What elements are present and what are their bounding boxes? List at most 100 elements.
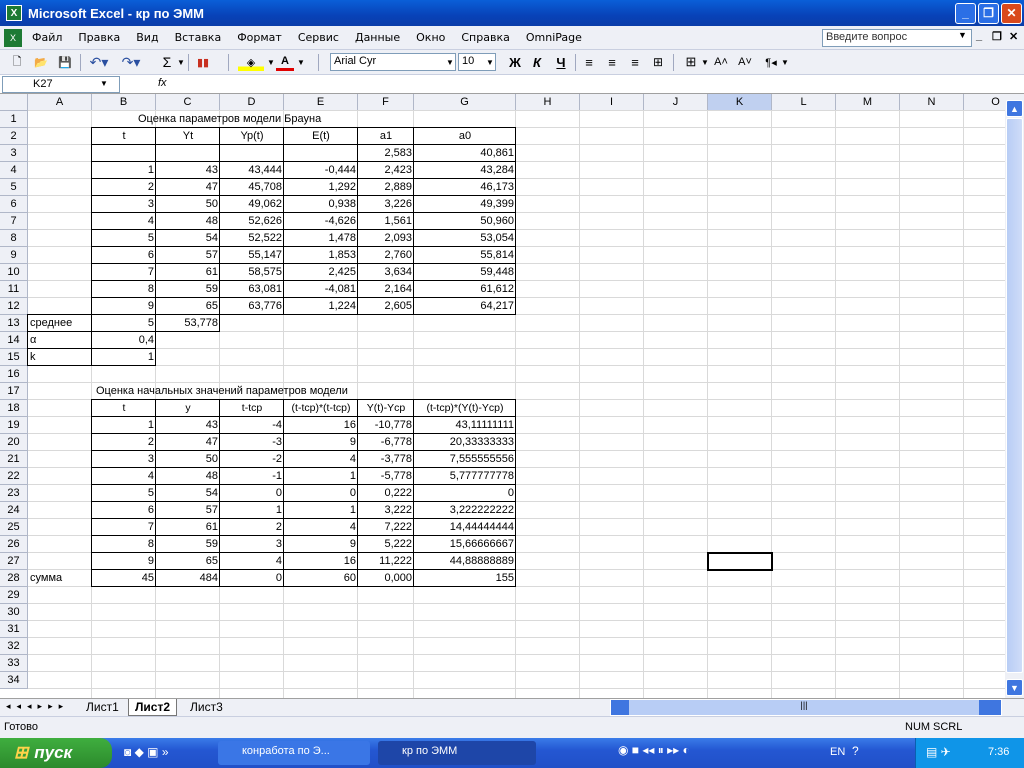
name-box-dropdown-icon[interactable]: ▼ <box>100 79 108 88</box>
column-header-g[interactable]: G <box>414 94 516 111</box>
column-header-i[interactable]: I <box>580 94 644 111</box>
tab-sheet3[interactable]: Лист3 <box>184 699 229 716</box>
italic-button[interactable]: К <box>528 53 546 71</box>
minimize-button[interactable]: _ <box>955 2 976 24</box>
language-indicator[interactable]: EN <box>830 746 845 758</box>
row-header-16[interactable]: 16 <box>0 366 28 383</box>
row-header-1[interactable]: 1 <box>0 111 28 128</box>
tab-sheet2[interactable]: Лист2 <box>128 699 178 716</box>
column-header-n[interactable]: N <box>900 94 964 111</box>
tab-scroll-icons[interactable]: ◂◂◂▸▸▸ <box>6 701 69 712</box>
row-header-3[interactable]: 3 <box>0 145 28 162</box>
column-header-j[interactable]: J <box>644 94 708 111</box>
select-all-corner[interactable] <box>0 94 28 111</box>
align-left-icon[interactable]: ≡ <box>580 53 598 71</box>
workbook-close-button[interactable]: ✕ <box>1009 30 1018 43</box>
column-header-c[interactable]: C <box>156 94 220 111</box>
redo-icon[interactable]: ↷▾ <box>118 53 144 71</box>
row-header-18[interactable]: 18 <box>0 400 28 417</box>
row-header-26[interactable]: 26 <box>0 536 28 553</box>
vertical-scroll-thumb[interactable] <box>1006 118 1023 673</box>
text-direction-icon[interactable]: ¶◂ <box>760 53 782 71</box>
row-header-22[interactable]: 22 <box>0 468 28 485</box>
text-direction-dropdown-icon[interactable]: ▼ <box>780 53 790 71</box>
row-header-25[interactable]: 25 <box>0 519 28 536</box>
label-sum[interactable]: сумма <box>28 570 92 587</box>
workbook-icon[interactable]: X <box>4 28 22 47</box>
function-icon[interactable]: fx <box>158 77 167 89</box>
workbook-restore-button[interactable]: ❐ <box>992 30 1002 43</box>
table2-title[interactable]: Оценка начальных значений параметров мод… <box>94 383 414 400</box>
menu-help[interactable]: Справка <box>453 31 517 44</box>
row-header-6[interactable]: 6 <box>0 196 28 213</box>
ask-dropdown-icon[interactable]: ▼ <box>958 30 967 40</box>
row-header-19[interactable]: 19 <box>0 417 28 434</box>
horizontal-scroll-thumb[interactable]: ||| <box>629 700 979 715</box>
row-header-9[interactable]: 9 <box>0 247 28 264</box>
row-header-23[interactable]: 23 <box>0 485 28 502</box>
row-header-17[interactable]: 17 <box>0 383 28 400</box>
align-right-icon[interactable]: ≡ <box>626 53 644 71</box>
menu-file[interactable]: Файл <box>24 31 70 44</box>
row-header-28[interactable]: 28 <box>0 570 28 587</box>
row-header-7[interactable]: 7 <box>0 213 28 230</box>
row-header-31[interactable]: 31 <box>0 621 28 638</box>
taskbar-item-word[interactable]: конработа по Э... <box>218 741 370 765</box>
column-header-k[interactable]: K <box>708 94 772 111</box>
new-icon[interactable]: 🗋 <box>8 53 26 71</box>
restore-button[interactable]: ❐ <box>978 2 999 24</box>
media-player-controls[interactable]: ◉ ■ ◂◂ ⏸ ▸▸ ◐ <box>618 743 690 758</box>
increase-font-icon[interactable]: A˄ <box>712 53 730 71</box>
bold-button[interactable]: Ж <box>506 53 524 71</box>
row-header-30[interactable]: 30 <box>0 604 28 621</box>
fill-color-dropdown-icon[interactable]: ▼ <box>266 53 276 71</box>
scroll-down-icon[interactable]: ▼ <box>1006 679 1023 696</box>
ask-question-input[interactable]: Введите вопрос <box>822 29 972 47</box>
menu-insert[interactable]: Вставка <box>167 31 230 44</box>
borders-dropdown-icon[interactable]: ▼ <box>700 53 710 71</box>
borders-icon[interactable]: ⊞ <box>680 53 702 71</box>
save-icon[interactable]: 💾 <box>56 53 74 71</box>
row-header-33[interactable]: 33 <box>0 655 28 672</box>
tray-icons[interactable]: ▤ ✈ <box>926 745 951 759</box>
column-header-o[interactable]: O <box>964 94 1005 111</box>
undo-icon[interactable]: ↶▾ <box>86 53 112 71</box>
row-header-21[interactable]: 21 <box>0 451 28 468</box>
chart-wizard-icon[interactable]: ▮▮ <box>193 53 213 71</box>
help-icon[interactable]: ? <box>852 744 859 758</box>
row-header-27[interactable]: 27 <box>0 553 28 570</box>
menu-tools[interactable]: Сервис <box>290 31 347 44</box>
row-header-34[interactable]: 34 <box>0 672 28 689</box>
table1-title[interactable]: Оценка параметров модели Брауна <box>136 111 396 128</box>
menu-edit[interactable]: Правка <box>70 31 128 44</box>
merge-center-icon[interactable]: ⊞ <box>649 53 667 71</box>
font-name-dropdown-icon[interactable]: ▼ <box>444 53 456 71</box>
font-name-select[interactable]: Arial Cyr <box>330 53 456 71</box>
row-header-32[interactable]: 32 <box>0 638 28 655</box>
row-header-11[interactable]: 11 <box>0 281 28 298</box>
column-header-e[interactable]: E <box>284 94 358 111</box>
selected-cell-k27[interactable] <box>707 552 773 571</box>
column-header-a[interactable]: A <box>28 94 92 111</box>
row-header-15[interactable]: 15 <box>0 349 28 366</box>
font-color-dropdown-icon[interactable]: ▼ <box>296 53 306 71</box>
row-header-24[interactable]: 24 <box>0 502 28 519</box>
column-header-h[interactable]: H <box>516 94 580 111</box>
menu-omnipage[interactable]: OmniPage <box>518 31 590 44</box>
scroll-up-icon[interactable]: ▲ <box>1006 100 1023 117</box>
row-header-10[interactable]: 10 <box>0 264 28 281</box>
column-header-b[interactable]: B <box>92 94 156 111</box>
row-header-8[interactable]: 8 <box>0 230 28 247</box>
tab-sheet1[interactable]: Лист1 <box>80 699 125 716</box>
align-center-icon[interactable]: ≡ <box>603 53 621 71</box>
row-header-2[interactable]: 2 <box>0 128 28 145</box>
menu-view[interactable]: Вид <box>128 31 166 44</box>
row-header-29[interactable]: 29 <box>0 587 28 604</box>
workbook-minimize-button[interactable]: _ <box>976 30 982 42</box>
column-header-d[interactable]: D <box>220 94 284 111</box>
font-size-dropdown-icon[interactable]: ▼ <box>484 53 496 71</box>
close-button[interactable]: ✕ <box>1001 2 1022 24</box>
row-header-13[interactable]: 13 <box>0 315 28 332</box>
decrease-font-icon[interactable]: A˅ <box>736 53 754 71</box>
row-header-20[interactable]: 20 <box>0 434 28 451</box>
